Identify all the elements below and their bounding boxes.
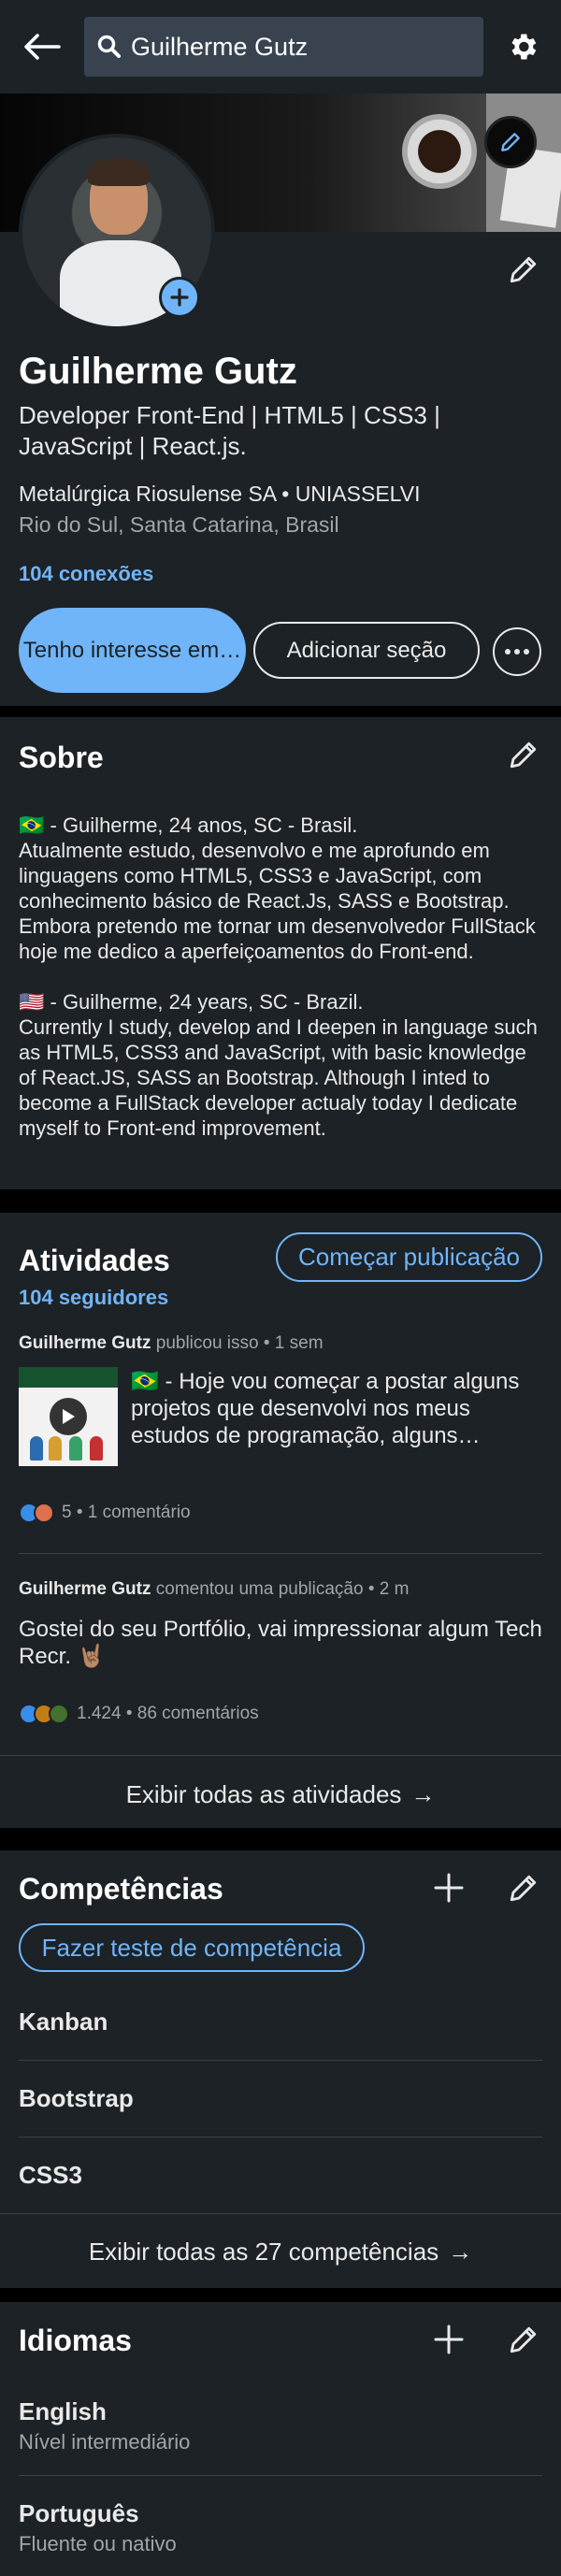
show-all-activity-button[interactable]: Exibir todas as atividades →	[0, 1780, 561, 1809]
love-icon	[34, 1503, 54, 1523]
more-icon	[505, 649, 529, 655]
activity-title: Atividades	[19, 1244, 170, 1277]
add-skill-button[interactable]	[430, 1869, 468, 1907]
post2-meta: Guilherme Gutz comentou uma publicação •…	[19, 1579, 409, 1600]
skill-item[interactable]: Kanban	[19, 2008, 108, 2036]
pencil-icon	[510, 256, 537, 283]
show-all-activity-label: Exibir todas as atividades	[125, 1780, 402, 1808]
divider	[19, 2060, 542, 2061]
post2-reactions[interactable]: 1.424 • 86 comentários	[19, 1704, 259, 1724]
profile-headline: Developer Front-End | HTML5 | CSS3 | Jav…	[19, 401, 440, 460]
support-icon	[49, 1704, 69, 1724]
profile-location: Rio do Sul, Santa Catarina, Brasil	[19, 512, 339, 537]
play-icon	[50, 1398, 87, 1435]
search-icon	[97, 35, 121, 58]
divider	[0, 1755, 561, 1756]
edit-banner-button[interactable]	[484, 116, 537, 168]
connections-link[interactable]: 104 conexões	[19, 562, 153, 586]
profile-name: Guilherme Gutz	[19, 351, 297, 392]
skill-item[interactable]: Bootstrap	[19, 2084, 134, 2113]
settings-button[interactable]	[483, 0, 561, 94]
post2-reaction-count: 1.424 • 86 comentários	[77, 1704, 259, 1723]
post1-meta: Guilherme Gutz publicou isso • 1 sem	[19, 1333, 324, 1354]
edit-intro-button[interactable]	[505, 251, 542, 288]
edit-about-button[interactable]	[505, 736, 542, 773]
post1-author: Guilherme Gutz	[19, 1333, 151, 1353]
languages-title: Idiomas	[19, 2324, 132, 2357]
top-bar: Guilherme Gutz	[0, 0, 561, 94]
plus-icon	[434, 2324, 464, 2354]
skill-item[interactable]: CSS3	[19, 2161, 82, 2190]
show-all-skills-button[interactable]: Exibir todas as 27 competências →	[0, 2238, 561, 2267]
add-language-button[interactable]	[430, 2321, 468, 2358]
post1-action: publicou isso • 1 sem	[155, 1333, 324, 1353]
arrow-right-icon: →	[448, 2238, 473, 2266]
divider	[19, 1553, 542, 1554]
pencil-icon	[501, 133, 520, 151]
post2-text[interactable]: Gostei do seu Portfólio, vai impressiona…	[19, 1616, 542, 1670]
post1-reactions[interactable]: 5 • 1 comentário	[19, 1503, 191, 1523]
about-title: Sobre	[19, 741, 104, 774]
plus-icon	[434, 1873, 464, 1903]
language-level: Nível intermediário	[19, 2430, 191, 2454]
arrow-right-icon: →	[410, 1780, 436, 1808]
post2-action: comentou uma publicação • 2 m	[155, 1579, 410, 1599]
post1-thumbnail[interactable]	[19, 1367, 118, 1466]
followers-count[interactable]: 104 seguidores	[19, 1286, 168, 1310]
divider	[19, 2475, 542, 2476]
add-photo-button[interactable]	[159, 277, 200, 318]
language-level: Fluente ou nativo	[19, 2532, 177, 2555]
start-post-button[interactable]: Começar publicação	[276, 1232, 542, 1282]
pencil-icon	[510, 1875, 537, 1902]
skills-title: Competências	[19, 1872, 223, 1906]
language-name: English	[19, 2397, 107, 2425]
search-query: Guilherme Gutz	[131, 32, 309, 61]
skill-test-button[interactable]: Fazer teste de competência	[19, 1923, 365, 1972]
search-input[interactable]: Guilherme Gutz	[84, 17, 483, 77]
about-text: 🇧🇷 - Guilherme, 24 anos, SC - Brasil. At…	[19, 813, 538, 1140]
language-name: Português	[19, 2499, 139, 2527]
more-options-button[interactable]	[493, 627, 541, 676]
plus-icon	[170, 288, 189, 307]
show-all-skills-label: Exibir todas as 27 competências	[88, 2238, 439, 2266]
divider	[0, 2213, 561, 2214]
post1-text[interactable]: 🇧🇷 - Hoje vou começar a postar alguns pr…	[131, 1368, 542, 1449]
profile-company: Metalúrgica Riosulense SA • UNIASSELVI	[19, 482, 421, 506]
gear-icon	[511, 34, 536, 60]
pencil-icon	[510, 741, 537, 769]
arrow-left-icon	[24, 34, 61, 60]
pencil-icon	[510, 2326, 537, 2353]
skills-card	[0, 1850, 561, 2288]
post2-author: Guilherme Gutz	[19, 1579, 151, 1599]
edit-languages-button[interactable]	[505, 2321, 542, 2358]
add-section-button[interactable]: Adicionar seção	[253, 622, 480, 679]
open-to-button[interactable]: Tenho interesse em…	[19, 608, 246, 693]
post1-reaction-count: 5 • 1 comentário	[62, 1503, 191, 1522]
edit-skills-button[interactable]	[505, 1869, 542, 1907]
back-button[interactable]	[0, 0, 84, 94]
